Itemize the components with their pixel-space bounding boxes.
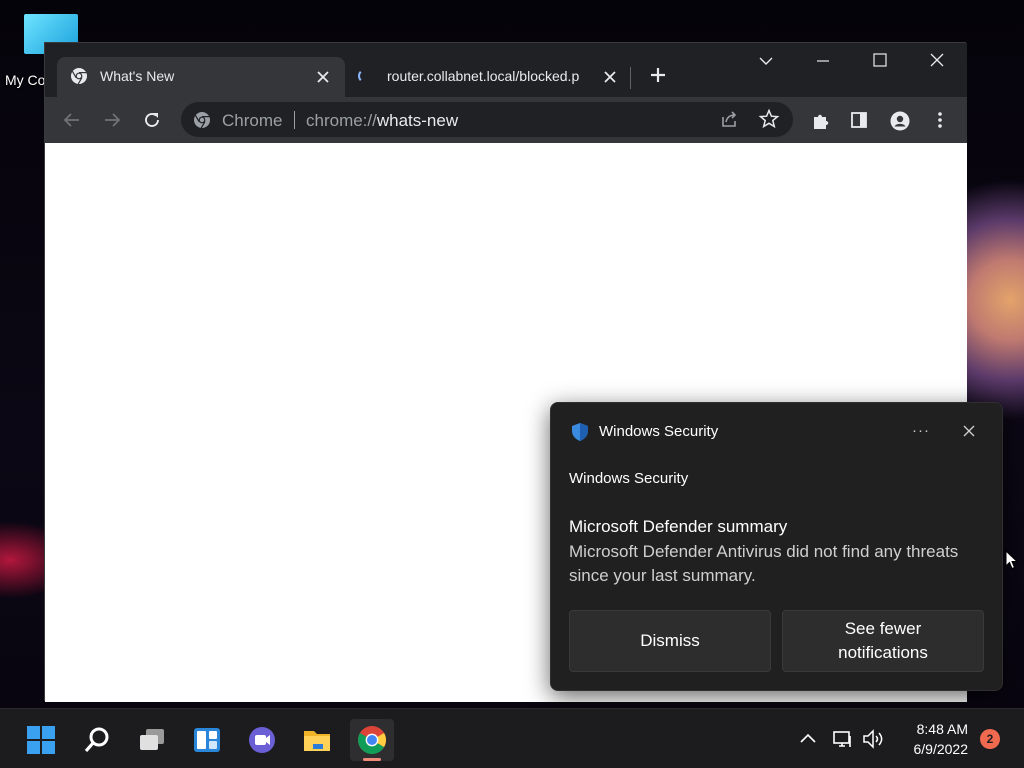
search-button[interactable] xyxy=(75,719,119,761)
notification-close-button[interactable] xyxy=(957,419,981,443)
taskbar-clock[interactable]: 8:48 AM 6/9/2022 xyxy=(890,719,969,759)
loading-spinner-icon xyxy=(358,69,372,83)
minimize-button[interactable] xyxy=(804,47,844,79)
see-fewer-notifications-button[interactable]: See fewer notifications xyxy=(782,610,984,672)
share-icon xyxy=(722,111,737,127)
chevron-down-icon xyxy=(759,57,773,65)
start-icon xyxy=(27,726,55,754)
widgets-icon xyxy=(194,728,220,752)
taskbar: 8:48 AM 6/9/2022 2 xyxy=(0,708,1024,768)
see-fewer-label: See fewer notifications xyxy=(838,619,928,662)
tab-separator xyxy=(630,67,631,89)
address-bar[interactable]: Chrome chrome://whats-new xyxy=(181,102,793,137)
share-button[interactable] xyxy=(718,108,742,132)
clock-time: 8:48 AM xyxy=(916,721,968,737)
arrow-right-icon xyxy=(105,113,121,127)
arrow-left-icon xyxy=(63,113,79,127)
speaker-icon xyxy=(863,729,883,749)
omnibox-divider xyxy=(294,111,295,129)
chrome-icon xyxy=(71,68,87,85)
forward-button[interactable] xyxy=(98,106,126,134)
url-host: whats-new xyxy=(376,111,459,130)
chrome-taskbar-button[interactable] xyxy=(350,719,394,761)
tab-title: router.collabnet.local/blocked.p xyxy=(387,68,580,84)
puzzle-icon xyxy=(814,114,829,129)
active-app-indicator xyxy=(363,758,381,761)
mouse-cursor-icon xyxy=(1005,550,1019,570)
network-button[interactable] xyxy=(831,727,855,751)
tab-search-button[interactable] xyxy=(747,47,787,79)
notification-more-button[interactable]: ··· xyxy=(909,419,933,443)
maximize-button[interactable] xyxy=(861,47,901,79)
volume-button[interactable] xyxy=(861,727,885,751)
close-window-button[interactable] xyxy=(918,47,958,79)
close-icon xyxy=(604,71,616,83)
widgets-button[interactable] xyxy=(185,719,229,761)
close-tab-button[interactable] xyxy=(599,66,621,88)
avatar-icon xyxy=(890,111,910,131)
file-explorer-icon xyxy=(304,731,330,751)
kebab-menu-icon xyxy=(938,112,942,128)
browser-toolbar: Chrome chrome://whats-new xyxy=(45,97,967,143)
url-text: chrome://whats-new xyxy=(306,111,458,131)
menu-button[interactable] xyxy=(926,106,954,134)
tab-whats-new[interactable]: What's New xyxy=(57,57,345,97)
search-icon xyxy=(84,727,109,753)
tab-title: What's New xyxy=(100,68,175,84)
close-tab-button[interactable] xyxy=(312,66,334,88)
new-tab-button[interactable] xyxy=(645,61,671,89)
close-icon xyxy=(317,71,329,83)
network-icon xyxy=(833,731,851,747)
start-button[interactable] xyxy=(19,719,63,761)
chevron-up-icon xyxy=(800,733,816,743)
close-icon xyxy=(963,425,975,437)
extensions-button[interactable] xyxy=(806,106,834,134)
tab-strip: What's New router.collabnet.local/blocke… xyxy=(45,43,967,97)
reload-button[interactable] xyxy=(138,106,166,134)
notification-source: Windows Security xyxy=(569,470,689,487)
back-button[interactable] xyxy=(58,106,86,134)
desktop-icon-label: My Co xyxy=(5,72,46,88)
chrome-icon xyxy=(358,726,386,754)
show-hidden-icons-button[interactable] xyxy=(796,727,820,751)
chat-icon xyxy=(249,727,275,753)
notification-body: Microsoft Defender Antivirus did not fin… xyxy=(569,542,959,585)
maximize-icon xyxy=(873,53,887,67)
chrome-icon xyxy=(194,112,210,129)
dismiss-button[interactable]: Dismiss xyxy=(569,610,771,672)
url-scheme: chrome:// xyxy=(306,111,377,130)
task-view-icon xyxy=(140,729,164,750)
close-icon xyxy=(930,53,944,67)
tab-router-blocked[interactable]: router.collabnet.local/blocked.p xyxy=(345,57,627,97)
notification-count-badge[interactable]: 2 xyxy=(980,729,1000,749)
clock-date: 6/9/2022 xyxy=(913,741,969,757)
site-chip-label: Chrome xyxy=(222,111,283,130)
task-view-button[interactable] xyxy=(130,719,174,761)
star-icon xyxy=(758,108,780,129)
side-panel-button[interactable] xyxy=(845,106,873,134)
bookmark-button[interactable] xyxy=(758,108,782,132)
notification-app-name: Windows Security xyxy=(599,423,719,440)
notification-toast: Windows Security ··· Windows Security Mi… xyxy=(550,402,1003,691)
minimize-icon xyxy=(817,60,829,62)
file-explorer-button[interactable] xyxy=(295,719,339,761)
notification-headline: Microsoft Defender summary xyxy=(569,517,788,536)
shield-icon xyxy=(572,423,588,441)
side-panel-icon xyxy=(851,112,867,128)
chat-button[interactable] xyxy=(240,719,284,761)
reload-icon xyxy=(145,113,159,127)
profile-button[interactable] xyxy=(885,106,913,134)
plus-icon xyxy=(651,68,665,82)
